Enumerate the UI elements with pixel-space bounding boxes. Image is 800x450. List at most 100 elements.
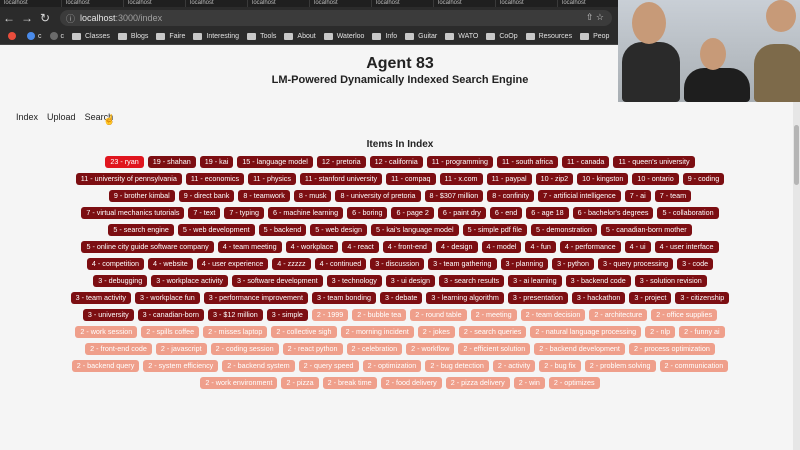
- index-tag[interactable]: 4 - performance: [559, 241, 621, 253]
- index-tag[interactable]: 2 - win: [513, 377, 545, 389]
- index-tag[interactable]: 3 - project: [629, 292, 672, 304]
- browser-tab[interactable]: localhost: [62, 0, 124, 7]
- forward-arrow-icon[interactable]: →: [18, 9, 36, 27]
- index-tag[interactable]: 3 - team bonding: [312, 292, 376, 304]
- index-tag[interactable]: 4 - user experience: [196, 258, 269, 270]
- scrollbar-thumb[interactable]: [794, 125, 799, 185]
- index-tag[interactable]: 5 - web development: [177, 224, 255, 236]
- index-tag[interactable]: 3 - software development: [231, 275, 323, 287]
- index-tag[interactable]: 2 - front-end code: [85, 343, 152, 355]
- index-tag[interactable]: 2 - react python: [282, 343, 343, 355]
- index-tag[interactable]: 3 - debate: [379, 292, 423, 304]
- index-tag[interactable]: 10 - ontario: [632, 173, 679, 185]
- index-tag[interactable]: 2 - bubble tea: [352, 309, 407, 321]
- index-tag[interactable]: 2 - backend development: [534, 343, 625, 355]
- index-tag[interactable]: 7 - typing: [224, 207, 264, 219]
- index-tag[interactable]: 2 - funny ai: [679, 326, 725, 338]
- bookmark-folder[interactable]: Guitar: [405, 32, 437, 40]
- index-tag[interactable]: 2 - optimizes: [548, 377, 600, 389]
- index-tag[interactable]: 3 - team gathering: [428, 258, 497, 270]
- index-tag[interactable]: 2 - efficient solution: [458, 343, 531, 355]
- index-tag[interactable]: 2 - team decision: [520, 309, 586, 321]
- index-tag[interactable]: 6 - machine learning: [267, 207, 344, 219]
- index-tag[interactable]: 2 - jokes: [417, 326, 455, 338]
- index-tag[interactable]: 8 - $307 million: [424, 190, 484, 202]
- index-tag[interactable]: 4 - workplace: [285, 241, 339, 253]
- index-tag[interactable]: 2 - office supplies: [651, 309, 718, 321]
- index-tag[interactable]: 6 - page 2: [391, 207, 434, 219]
- index-tag[interactable]: 2 - nlp: [645, 326, 676, 338]
- index-tag[interactable]: 2 - communication: [659, 360, 729, 372]
- index-tag[interactable]: 11 - university of pennsylvania: [75, 173, 182, 185]
- index-tag[interactable]: 5 - web design: [310, 224, 367, 236]
- index-tag[interactable]: 5 - canadian-born mother: [600, 224, 692, 236]
- index-tag[interactable]: 2 - problem solving: [584, 360, 656, 372]
- index-tag[interactable]: 4 - competition: [86, 258, 144, 270]
- index-tag[interactable]: 3 - discussion: [370, 258, 425, 270]
- page-scrollbar[interactable]: [793, 45, 800, 450]
- index-tag[interactable]: 2 - round table: [410, 309, 467, 321]
- bookmark-folder[interactable]: Tools: [247, 32, 276, 40]
- index-tag[interactable]: 5 - simple pdf file: [462, 224, 527, 236]
- index-tag[interactable]: 2 - architecture: [589, 309, 648, 321]
- index-tag[interactable]: 11 - stanford university: [299, 173, 383, 185]
- index-tag[interactable]: 11 - physics: [248, 173, 296, 185]
- index-tag[interactable]: 11 - south africa: [496, 156, 558, 168]
- index-tag[interactable]: 9 - direct bank: [178, 190, 235, 202]
- index-tag[interactable]: 4 - zzzzz: [272, 258, 311, 270]
- index-tag[interactable]: 6 - end: [489, 207, 523, 219]
- index-tag[interactable]: 2 - spills coffee: [141, 326, 200, 338]
- index-tag[interactable]: 4 - fun: [525, 241, 556, 253]
- index-tag[interactable]: 5 - kai's language model: [370, 224, 459, 236]
- index-tag[interactable]: 11 - paypal: [486, 173, 532, 185]
- bookmark-c-1[interactable]: c: [27, 32, 42, 40]
- browser-tab[interactable]: localhost: [310, 0, 372, 7]
- index-tag[interactable]: 2 - work environment: [200, 377, 278, 389]
- index-tag[interactable]: 9 - coding: [682, 173, 725, 185]
- index-tag[interactable]: 7 - artificial intelligence: [538, 190, 621, 202]
- index-tag[interactable]: 3 - performance improvement: [203, 292, 309, 304]
- info-icon[interactable]: ⓘ: [66, 12, 80, 25]
- index-tag[interactable]: 10 - kingston: [577, 173, 629, 185]
- index-tag[interactable]: 2 - meeting: [470, 309, 517, 321]
- browser-tab[interactable]: localhost: [0, 0, 62, 7]
- bookmark-folder[interactable]: CoOp: [486, 32, 518, 40]
- index-tag[interactable]: 6 - bachelor's degrees: [572, 207, 654, 219]
- index-tag[interactable]: 3 - backend code: [565, 275, 631, 287]
- index-tag[interactable]: 3 - ai learning: [508, 275, 562, 287]
- nav-upload-link[interactable]: Upload: [47, 112, 76, 122]
- bookmark-folder[interactable]: Peop: [580, 32, 609, 40]
- bookmark-folder[interactable]: Interesting: [193, 32, 239, 40]
- index-tag[interactable]: 3 - $12 million: [208, 309, 263, 321]
- bookmark-c-2[interactable]: c: [49, 32, 64, 40]
- index-tag[interactable]: 2 - activity: [492, 360, 536, 372]
- browser-tab[interactable]: localhost: [248, 0, 310, 7]
- index-tag[interactable]: 6 - age 18: [526, 207, 569, 219]
- index-tag[interactable]: 2 - bug detection: [425, 360, 489, 372]
- index-tag[interactable]: 2 - process optimization: [628, 343, 715, 355]
- index-tag[interactable]: 11 - queen's university: [613, 156, 695, 168]
- bookmark-folder[interactable]: WATO: [445, 32, 478, 40]
- index-tag[interactable]: 10 - zip2: [535, 173, 574, 185]
- index-tag[interactable]: 2 - optimization: [362, 360, 422, 372]
- index-tag[interactable]: 2 - workflow: [406, 343, 455, 355]
- index-tag[interactable]: 2 - break time: [322, 377, 377, 389]
- index-tag[interactable]: 2 - backend system: [222, 360, 295, 372]
- index-tag[interactable]: 2 - misses laptop: [203, 326, 268, 338]
- bookmark-folder[interactable]: Blogs: [117, 32, 148, 40]
- index-tag[interactable]: 15 - language model: [237, 156, 313, 168]
- index-tag[interactable]: 3 - planning: [500, 258, 549, 270]
- index-tag[interactable]: 3 - search results: [438, 275, 505, 287]
- index-tag[interactable]: 9 - brother kimbal: [108, 190, 175, 202]
- browser-tab[interactable]: localhost: [496, 0, 558, 7]
- index-tag[interactable]: 2 - food delivery: [380, 377, 442, 389]
- address-bar[interactable]: ⓘ localhost:3000/index ⇧ ☆: [60, 10, 612, 26]
- index-tag[interactable]: 11 - compaq: [386, 173, 436, 185]
- index-tag[interactable]: 11 - canada: [562, 156, 610, 168]
- index-tag[interactable]: 3 - team activity: [70, 292, 131, 304]
- index-tag[interactable]: 4 - continued: [314, 258, 367, 270]
- index-tag[interactable]: 4 - team meeting: [217, 241, 282, 253]
- bookmark-folder[interactable]: Faire: [156, 32, 185, 40]
- browser-tab[interactable]: localhost: [186, 0, 248, 7]
- bookmark-folder[interactable]: Info: [372, 32, 397, 40]
